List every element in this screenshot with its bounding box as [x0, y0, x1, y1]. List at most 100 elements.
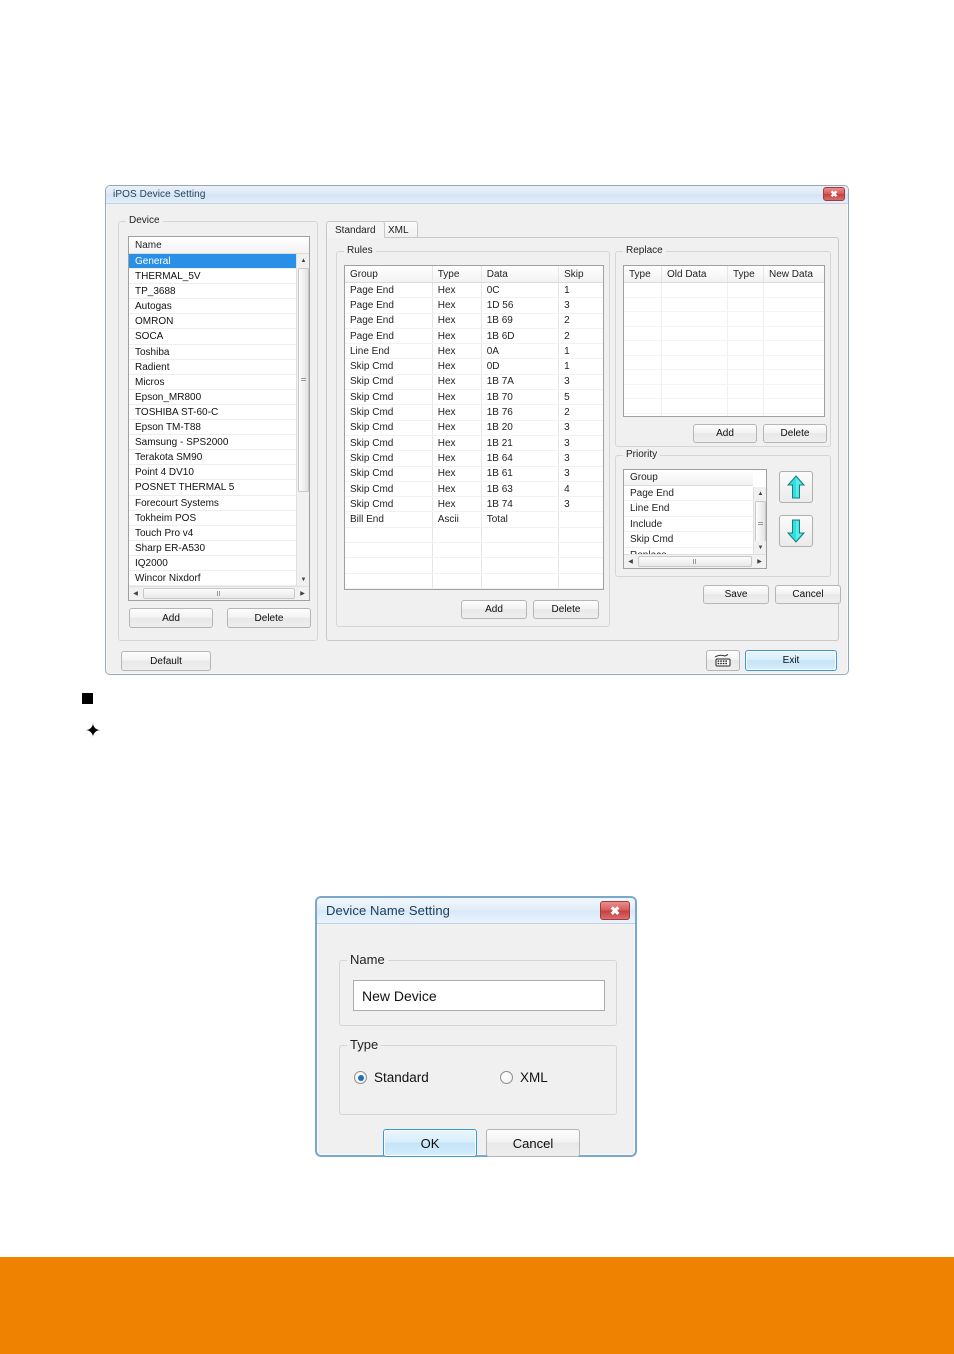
device-scroll-thumb[interactable] — [298, 268, 309, 492]
radio-xml[interactable]: XML — [500, 1070, 548, 1085]
rules-table-row[interactable]: Skip Cmd Hex 1B 7A 3 — [345, 374, 603, 391]
rules-table-row[interactable]: Page End Hex 1B 6D 2 — [345, 328, 603, 345]
device-list-item[interactable]: Tokheim POS — [129, 511, 296, 526]
replace-add-button[interactable]: Add — [693, 424, 757, 443]
device-hscroll-thumb[interactable] — [143, 588, 295, 599]
standard-tab-panel: Rules Group Type Data Skip Page End Hex 0C… — [326, 237, 841, 641]
device-list-item[interactable]: Point 4 DV10 — [129, 465, 296, 481]
rules-table-row[interactable]: Skip Cmd Hex 1B 63 4 — [345, 481, 603, 498]
priority-move-up-button[interactable] — [779, 471, 813, 503]
device-list-vscrollbar[interactable]: ▲ ▼ — [296, 254, 309, 586]
device-list-item[interactable]: Terakota SM90 — [129, 450, 296, 466]
priority-list-item[interactable]: Include — [624, 517, 753, 532]
device-list-item[interactable]: Epson TM-T88 — [129, 420, 296, 436]
device-list-hscrollbar[interactable]: ◀ ▶ — [129, 586, 309, 600]
default-button[interactable]: Default — [121, 651, 211, 671]
replace-table[interactable]: Type Old Data Type New Data — [623, 265, 825, 417]
priority-scroll-left-icon[interactable]: ◀ — [624, 555, 637, 568]
replace-delete-button[interactable]: Delete — [763, 424, 827, 443]
rules-table-row[interactable]: Skip Cmd Hex 1B 64 3 — [345, 451, 603, 467]
cancel-button[interactable]: Cancel — [775, 585, 841, 604]
rules-cell: 3 — [564, 376, 570, 388]
tab-standard[interactable]: Standard — [326, 221, 385, 238]
rules-cell: 1B 64 — [482, 451, 560, 466]
ok-button[interactable]: OK — [383, 1129, 477, 1157]
priority-scroll-down-icon[interactable]: ▼ — [754, 541, 766, 554]
replace-cell — [728, 326, 764, 340]
device-list-item[interactable]: TOSHIBA ST-60-C — [129, 405, 296, 421]
radio-standard-indicator[interactable] — [354, 1071, 367, 1084]
rules-cell: Hex — [433, 298, 482, 313]
replace-cell — [764, 414, 824, 417]
device-add-button[interactable]: Add — [129, 608, 213, 628]
rules-table-row[interactable]: Page End Hex 1D 56 3 — [345, 298, 603, 314]
rules-delete-button[interactable]: Delete — [533, 600, 599, 619]
device-list-item[interactable]: IQ2000 — [129, 556, 296, 571]
scroll-down-icon[interactable]: ▼ — [297, 573, 309, 586]
rules-table[interactable]: Group Type Data Skip Page End Hex 0C 1 Page … — [344, 265, 604, 590]
rules-table-row[interactable]: Skip Cmd Hex 1B 76 2 — [345, 405, 603, 421]
name-dialog-cancel-button[interactable]: Cancel — [486, 1129, 580, 1157]
device-list-item[interactable]: THERMAL_5V — [129, 269, 296, 285]
device-list-item[interactable]: OMRON — [129, 314, 296, 330]
priority-scroll-right-icon[interactable]: ▶ — [753, 555, 766, 568]
device-list-item[interactable]: Epson_MR800 — [129, 390, 296, 405]
device-listbox[interactable]: Name General THERMAL_5V TP_3688 Autogas OMRO… — [128, 236, 310, 601]
device-list-item[interactable]: SOCA — [129, 329, 296, 345]
radio-xml-indicator[interactable] — [500, 1071, 513, 1084]
rules-empty-row — [345, 543, 603, 559]
exit-button[interactable]: Exit — [745, 650, 837, 671]
priority-vscrollbar[interactable]: ▲ ▼ — [753, 487, 766, 554]
device-list-item[interactable]: Forecourt Systems — [129, 496, 296, 511]
priority-listbox[interactable]: GroupPage EndLine EndIncludeSkip CmdRepl… — [623, 469, 767, 569]
sparkle-marker: ✦ — [85, 721, 101, 742]
replace-empty-row — [624, 413, 824, 417]
rules-table-row[interactable]: Line End Hex 0A 1 — [345, 344, 603, 360]
device-list-item[interactable]: POSNET THERMAL 5 — [129, 480, 296, 496]
device-list-item[interactable]: Wincor Nixdorf — [129, 571, 296, 587]
rules-table-row[interactable]: Skip Cmd Hex 1B 21 3 — [345, 435, 603, 452]
close-icon[interactable]: ✖ — [823, 187, 845, 201]
priority-move-down-button[interactable] — [779, 515, 813, 547]
tab-xml[interactable]: XML — [379, 221, 418, 238]
rules-table-row[interactable]: Bill End Ascii Total — [345, 512, 603, 528]
device-list-item[interactable]: Sharp ER-A530 — [129, 541, 296, 556]
device-list-item[interactable]: General — [129, 254, 296, 270]
priority-list-item[interactable]: Page End — [624, 486, 753, 501]
device-list-item[interactable]: TP_3688 — [129, 284, 296, 300]
device-delete-button[interactable]: Delete — [227, 608, 311, 628]
priority-hscroll-thumb[interactable] — [638, 556, 752, 567]
rules-table-row[interactable]: Skip Cmd Hex 1B 20 3 — [345, 420, 603, 436]
keypad-icon — [714, 654, 731, 667]
replace-cell — [728, 370, 764, 384]
device-list-item[interactable]: Radient — [129, 360, 296, 375]
device-list-item[interactable]: Micros — [129, 375, 296, 390]
rules-table-row[interactable]: Skip Cmd Hex 1B 61 3 — [345, 466, 603, 482]
rules-empty-cell — [345, 588, 433, 589]
device-list-item[interactable]: Samsung - SPS2000 — [129, 435, 296, 451]
rules-table-row[interactable]: Skip Cmd Hex 1B 70 5 — [345, 390, 603, 406]
rules-table-row[interactable]: Page End Hex 0C 1 — [345, 283, 603, 299]
scroll-right-icon[interactable]: ▶ — [296, 587, 309, 600]
device-list-item[interactable]: Toshiba — [129, 345, 296, 360]
save-button[interactable]: Save — [703, 585, 769, 604]
scroll-up-icon[interactable]: ▲ — [297, 254, 309, 267]
rules-cell: 1 — [564, 345, 570, 357]
device-list-item[interactable]: Autogas — [129, 299, 296, 315]
priority-scroll-up-icon[interactable]: ▲ — [754, 487, 766, 500]
priority-list-item[interactable]: Line End — [624, 501, 753, 517]
device-list-item[interactable]: Touch Pro v4 — [129, 526, 296, 541]
scroll-left-icon[interactable]: ◀ — [129, 587, 142, 600]
radio-standard[interactable]: Standard — [354, 1070, 429, 1085]
device-name-input[interactable]: New Device — [353, 980, 605, 1011]
rules-cell: Hex — [433, 451, 482, 466]
rules-table-row[interactable]: Skip Cmd Hex 0D 1 — [345, 359, 603, 375]
priority-hscrollbar[interactable]: ◀ ▶ — [624, 554, 766, 568]
rules-add-button[interactable]: Add — [461, 600, 527, 619]
rules-cell: Skip Cmd — [345, 466, 433, 481]
priority-list-item[interactable]: Skip Cmd — [624, 532, 753, 548]
rules-table-row[interactable]: Skip Cmd Hex 1B 74 3 — [345, 497, 603, 513]
name-dialog-close-icon[interactable]: ✖ — [600, 901, 630, 920]
rules-table-row[interactable]: Page End Hex 1B 69 2 — [345, 313, 603, 329]
keypad-button[interactable] — [706, 650, 740, 671]
